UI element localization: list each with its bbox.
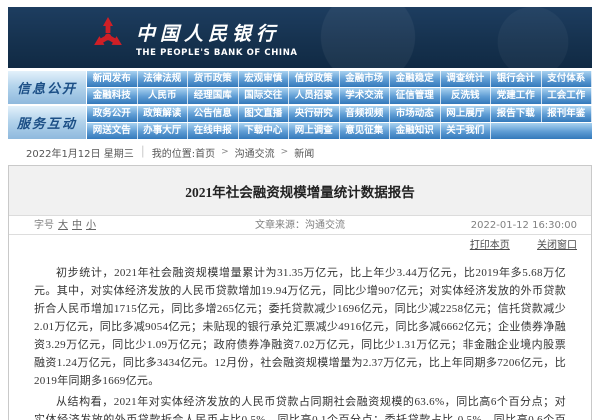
nav-item[interactable]: 学术交流 — [340, 88, 391, 104]
nav-item[interactable]: 金融稳定 — [390, 71, 441, 87]
nav-item[interactable]: 办事大厅 — [138, 123, 189, 139]
page-title: 2021年社会融资规模增量统计数据报告 — [185, 181, 415, 201]
nav-item[interactable]: 工会工作 — [542, 88, 593, 104]
nav-row: 政务公开政策解读公告信息图文直播央行研究音频视频市场动态网上展厅报告下载报刊年鉴 — [87, 106, 592, 122]
chevron-right-icon: > — [221, 147, 229, 157]
nav-item[interactable]: 法律法规 — [138, 71, 189, 87]
nav-item[interactable]: 支付体系 — [542, 71, 593, 87]
breadcrumb-divider: │ — [140, 147, 146, 158]
nav-item[interactable]: 银行会计 — [491, 71, 542, 87]
article-body: 初步统计，2021年社会融资规模增量累计为31.35万亿元，比上年少3.44万亿… — [9, 256, 591, 420]
article-datetime: 2022-01-12 16:30:00 — [471, 216, 577, 235]
nav-item[interactable]: 网上展厅 — [441, 106, 492, 122]
nav-item[interactable]: 人民币 — [138, 88, 189, 104]
nav-section-services: 服务互动 政务公开政策解读公告信息图文直播央行研究音频视频市场动态网上展厅报告下… — [8, 106, 592, 139]
nav-item[interactable]: 党建工作 — [491, 88, 542, 104]
breadcrumb: 2022年1月12日 星期三 │ 我的位置: 首页 > 沟通交流 > 新闻 — [8, 141, 592, 163]
nav-section-info-disclosure: 信息公开 新闻发布法律法规货币政策宏观审慎信贷政策金融市场金融稳定调查统计银行会… — [8, 71, 592, 104]
article-paragraph: 从结构看，2021年对实体经济发放的人民币贷款占同期社会融资规模的63.6%，同… — [34, 393, 566, 420]
article-title-band: 2021年社会融资规模增量统计数据报告 — [9, 166, 591, 216]
print-page-button[interactable]: 打印本页 — [470, 240, 510, 251]
nav-item[interactable]: 下载中心 — [239, 123, 290, 139]
article-container: 2021年社会融资规模增量统计数据报告 字号大中小 文章来源：沟通交流 2022… — [8, 165, 592, 420]
bank-name-cn: 中国人民银行 — [136, 19, 298, 46]
nav-item[interactable]: 央行研究 — [289, 106, 340, 122]
nav-item[interactable]: 经理国库 — [188, 88, 239, 104]
nav-item[interactable]: 金融知识 — [390, 123, 441, 139]
nav-item[interactable]: 市场动态 — [390, 106, 441, 122]
nav-row: 金融科技人民币经理国库国际交往人员招录学术交流征信管理反洗钱党建工作工会工作 — [87, 88, 592, 104]
breadcrumb-location-label: 我的位置: — [152, 145, 195, 160]
nav-item[interactable]: 图文直播 — [239, 106, 290, 122]
nav-item[interactable]: 征信管理 — [390, 88, 441, 104]
nav-item[interactable]: 调查统计 — [441, 71, 492, 87]
article-actions: 打印本页 关闭窗口 — [9, 235, 591, 256]
nav-item[interactable]: 意见征集 — [340, 123, 391, 139]
nav-item[interactable]: 报告下载 — [491, 106, 542, 122]
pboc-emblem-icon — [90, 15, 126, 61]
pboc-logo[interactable]: 中国人民银行 THE PEOPLE'S BANK OF CHINA — [90, 15, 298, 61]
nav-item[interactable]: 音频视频 — [340, 106, 391, 122]
chevron-right-icon: > — [281, 147, 289, 157]
breadcrumb-date: 2022年1月12日 星期三 — [26, 145, 134, 160]
nav-item[interactable]: 政务公开 — [87, 106, 138, 122]
nav-item[interactable]: 人员招录 — [289, 88, 340, 104]
nav-label-info-disclosure[interactable]: 信息公开 — [8, 71, 86, 104]
article-meta: 字号大中小 文章来源：沟通交流 2022-01-12 16:30:00 — [9, 216, 591, 235]
nav-item[interactable]: 网送文告 — [87, 123, 138, 139]
nav-item[interactable]: 新闻发布 — [87, 71, 138, 87]
page: 中国人民银行 THE PEOPLE'S BANK OF CHINA 信息公开 新… — [0, 0, 600, 420]
main-nav: 信息公开 新闻发布法律法规货币政策宏观审慎信贷政策金融市场金融稳定调查统计银行会… — [8, 71, 592, 139]
nav-item[interactable]: 货币政策 — [188, 71, 239, 87]
nav-item[interactable]: 在线申报 — [188, 123, 239, 139]
nav-item[interactable]: 宏观审慎 — [239, 71, 290, 87]
nav-item[interactable]: 关于我们 — [441, 123, 492, 139]
nav-item[interactable]: 金融科技 — [87, 88, 138, 104]
nav-item[interactable]: 金融市场 — [340, 71, 391, 87]
nav-row: 新闻发布法律法规货币政策宏观审慎信贷政策金融市场金融稳定调查统计银行会计支付体系 — [87, 71, 592, 87]
nav-label-services[interactable]: 服务互动 — [8, 106, 86, 139]
nav-item[interactable]: 报刊年鉴 — [542, 106, 593, 122]
breadcrumb-home-link[interactable]: 首页 — [195, 145, 215, 160]
nav-item[interactable]: 国际交往 — [239, 88, 290, 104]
nav-item[interactable]: 信贷政策 — [289, 71, 340, 87]
breadcrumb-link-exchange[interactable]: 沟通交流 — [235, 145, 275, 160]
article-paragraph: 初步统计，2021年社会融资规模增量累计为31.35万亿元，比上年少3.44万亿… — [34, 264, 566, 390]
site-header: 中国人民银行 THE PEOPLE'S BANK OF CHINA — [8, 7, 592, 68]
nav-item[interactable]: 公告信息 — [188, 106, 239, 122]
breadcrumb-link-news[interactable]: 新闻 — [294, 145, 314, 160]
nav-item[interactable]: 网上调查 — [289, 123, 340, 139]
nav-item[interactable]: 反洗钱 — [441, 88, 492, 104]
nav-row: 网送文告办事大厅在线申报下载中心网上调查意见征集金融知识关于我们 — [87, 123, 592, 139]
close-window-button[interactable]: 关闭窗口 — [537, 240, 577, 251]
nav-item[interactable]: 政策解读 — [138, 106, 189, 122]
bank-name-en: THE PEOPLE'S BANK OF CHINA — [136, 48, 298, 58]
